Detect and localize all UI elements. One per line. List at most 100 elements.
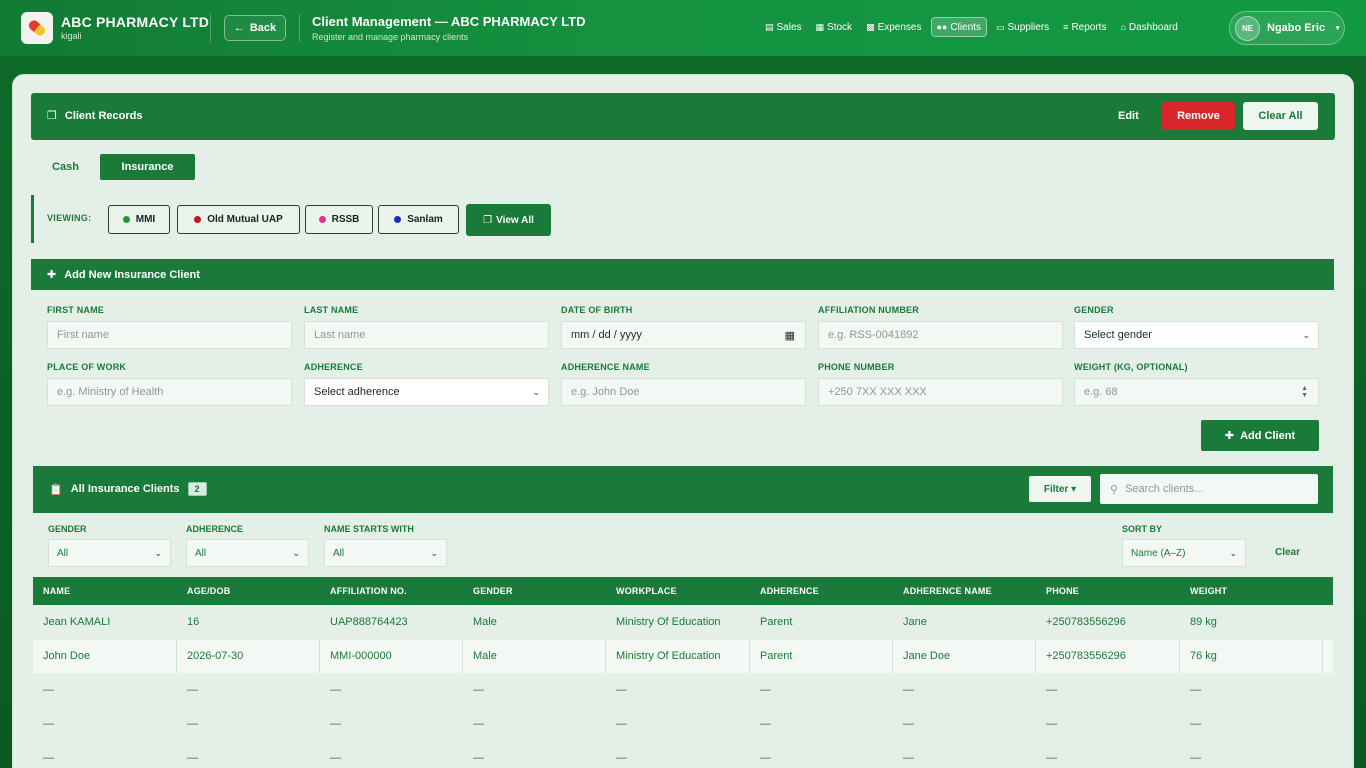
page-title: Client Management — ABC PHARMACY LTD xyxy=(312,14,586,29)
first-name-field[interactable]: First name xyxy=(47,321,292,349)
insurer-name: Old Mutual UAP xyxy=(207,214,283,225)
weight-field[interactable]: e.g. 68 ▲ ▼ xyxy=(1074,378,1319,406)
table-cell: — xyxy=(330,718,341,730)
column-header[interactable]: ADHERENCE xyxy=(760,586,819,596)
tab-insurance[interactable]: Insurance xyxy=(100,154,195,180)
nav-stock[interactable]: ▦ Stock xyxy=(811,17,858,37)
column-header[interactable]: ADHERENCE NAME xyxy=(903,586,992,596)
cell-divider xyxy=(749,640,750,673)
workplace-label: PLACE OF WORK xyxy=(47,362,127,372)
name-starts-filter-select[interactable]: All ⌄ xyxy=(324,539,447,567)
tab-cash[interactable]: Cash xyxy=(31,154,100,180)
records-title: ❐ Client Records xyxy=(47,109,143,123)
chevron-down-icon: ⌄ xyxy=(1302,329,1310,340)
back-label: Back xyxy=(249,22,277,34)
column-header[interactable]: NAME xyxy=(43,586,70,596)
column-header[interactable]: GENDER xyxy=(473,586,513,596)
insurer-chip-old-mutual-uap[interactable]: Old Mutual UAP xyxy=(177,205,300,234)
plus-icon: ✚ xyxy=(1224,430,1235,442)
table-cell: — xyxy=(760,752,771,764)
table-cell: — xyxy=(760,718,771,730)
adherence-filter-select[interactable]: All ⌄ xyxy=(186,539,309,567)
table-cell: — xyxy=(43,684,54,696)
filter-button[interactable]: Filter ▾ xyxy=(1029,476,1091,502)
table-cell: 2026-07-30 xyxy=(187,650,244,662)
add-client-bar: ✚ Add New Insurance Client xyxy=(31,259,1334,290)
top-bar: ABC PHARMACY LTD kigali ← Back Client Ma… xyxy=(0,0,1366,56)
table-row-empty: — — — — — — — — — xyxy=(33,708,1333,741)
adherence-select[interactable]: Select adherence ⌄ xyxy=(304,378,549,406)
nav-dashboard[interactable]: ⌂ Dashboard xyxy=(1115,17,1182,37)
column-header[interactable]: WORKPLACE xyxy=(616,586,677,596)
gender-filter-label: GENDER xyxy=(48,524,87,534)
column-header[interactable]: AFFILIATION NO. xyxy=(330,586,407,596)
sort-select[interactable]: Name (A–Z) ⌄ xyxy=(1122,539,1246,567)
insurer-chip-mmi[interactable]: MMI xyxy=(108,205,170,234)
nav-suppliers[interactable]: ▭ Suppliers xyxy=(991,17,1054,37)
table-row[interactable]: Jean KAMALI 16 UAP888764423 Male Ministr… xyxy=(33,606,1333,639)
user-name: Ngabo Eric xyxy=(1267,22,1326,34)
clear-all-button[interactable]: Clear All xyxy=(1243,102,1318,130)
nav-clients[interactable]: ●● Clients xyxy=(930,17,987,37)
table-cell: — xyxy=(187,684,198,696)
brand: ABC PHARMACY LTD kigali xyxy=(61,14,209,41)
status-dot-icon xyxy=(318,216,326,223)
workplace-field[interactable]: e.g. Ministry of Health xyxy=(47,378,292,406)
affiliation-field[interactable]: e.g. RSS-0041892 xyxy=(818,321,1063,349)
user-menu[interactable]: NE Ngabo Eric ▼ xyxy=(1229,11,1345,45)
table-cell: — xyxy=(473,718,484,730)
chevron-down-icon: ▼ xyxy=(1334,24,1342,32)
nav-label: Sales xyxy=(776,21,802,33)
remove-button[interactable]: Remove xyxy=(1162,102,1235,130)
back-button[interactable]: ← Back xyxy=(224,15,286,41)
column-header[interactable]: WEIGHT xyxy=(1190,586,1227,596)
client-records-bar: ❐ Client Records Edit Remove Clear All xyxy=(31,93,1335,140)
view-all-label: View All xyxy=(496,214,534,226)
nav-sales[interactable]: ▤ Sales xyxy=(760,17,807,37)
plus-icon: ✚ xyxy=(47,269,57,281)
insurer-filter-bar: VIEWING: MMI Old Mutual UAP RSSB Sanlam … xyxy=(31,195,571,243)
table-cell: Male xyxy=(473,616,497,628)
gender-select[interactable]: Select gender ⌄ xyxy=(1074,321,1319,349)
nav-reports[interactable]: ≡ Reports xyxy=(1058,17,1111,37)
table-cell: +250783556296 xyxy=(1046,650,1126,662)
last-name-field[interactable]: Last name xyxy=(304,321,549,349)
column-header[interactable]: PHONE xyxy=(1046,586,1079,596)
status-dot-icon xyxy=(122,216,130,223)
calendar-icon[interactable]: ▦ xyxy=(785,329,795,342)
cell-divider xyxy=(462,640,463,673)
table-cell: — xyxy=(1190,684,1201,696)
list-icon: ≡ xyxy=(1063,22,1069,32)
chevron-down-icon: ⌄ xyxy=(1229,547,1237,558)
gender-filter-select[interactable]: All ⌄ xyxy=(48,539,171,567)
nav-label: Expenses xyxy=(877,21,922,33)
receipt-icon: ▩ xyxy=(866,21,875,32)
divider xyxy=(210,14,211,42)
table-cell: — xyxy=(616,752,627,764)
cell-divider xyxy=(319,640,320,673)
pharmacy-logo xyxy=(21,12,53,44)
table-cell: Parent xyxy=(760,650,793,662)
table-cell: 76 kg xyxy=(1190,650,1217,662)
table-cell: UAP888764423 xyxy=(330,616,408,628)
adherence-name-label: ADHERENCE NAME xyxy=(561,362,650,372)
search-input[interactable]: ⚲ Search clients... xyxy=(1100,474,1318,504)
phone-field[interactable]: +250 7XX XXX XXX xyxy=(818,378,1063,406)
users-icon: ●● xyxy=(936,22,948,32)
table-row[interactable]: John Doe 2026-07-30 MMI-000000 Male Mini… xyxy=(33,640,1333,673)
add-client-button[interactable]: ✚ Add Client xyxy=(1201,420,1319,451)
edit-button[interactable]: Edit xyxy=(1118,110,1139,122)
table-cell: — xyxy=(1190,718,1201,730)
column-header[interactable]: AGE/DOB xyxy=(187,586,230,596)
dob-field[interactable]: mm / dd / yyyy ▦ xyxy=(561,321,806,349)
nav-expenses[interactable]: ▩ Expenses xyxy=(861,17,926,37)
view-all-button[interactable]: ❐ View All xyxy=(466,204,551,236)
adherence-name-field[interactable]: e.g. John Doe xyxy=(561,378,806,406)
table-cell: — xyxy=(1046,718,1057,730)
insurer-chip-rssb[interactable]: RSSB xyxy=(305,205,373,234)
stepper-icon[interactable]: ▲ ▼ xyxy=(1301,385,1308,399)
table-cell: — xyxy=(903,718,914,730)
table-cell: — xyxy=(330,684,341,696)
clear-filters-button[interactable]: Clear xyxy=(1275,547,1300,558)
insurer-chip-sanlam[interactable]: Sanlam xyxy=(378,205,459,234)
